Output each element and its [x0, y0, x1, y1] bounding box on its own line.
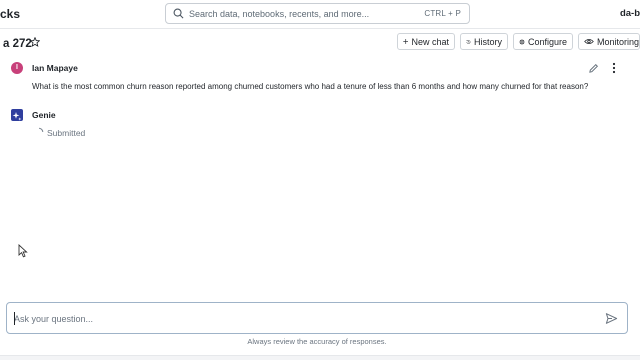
monitoring-label: Monitoring	[596, 36, 639, 47]
workspace-name[interactable]: da-b	[620, 8, 640, 19]
send-icon[interactable]	[605, 312, 618, 325]
text-caret	[14, 312, 15, 325]
top-bar: cks Search data, notebooks, recents, and…	[0, 0, 640, 29]
history-label: History	[473, 36, 502, 47]
plus-icon	[403, 39, 409, 44]
user-question: What is the most common churn reason rep…	[32, 82, 589, 91]
disclaimer: Always review the accuracy of responses.	[247, 337, 387, 346]
pencil-icon[interactable]	[588, 63, 599, 74]
user-name: Ian Mapaye	[32, 63, 78, 73]
page-title: a 272	[3, 38, 32, 50]
question-input-box[interactable]	[6, 302, 628, 334]
search-icon	[173, 8, 184, 19]
star-icon[interactable]	[30, 37, 40, 47]
avatar: I	[11, 62, 23, 74]
search-placeholder[interactable]: Search data, notebooks, recents, and mor…	[189, 9, 424, 19]
eye-icon	[584, 38, 594, 45]
status-text: Submitted	[47, 128, 86, 138]
history-icon	[466, 39, 471, 44]
toolbar: New chat History Configure Monitoring	[397, 33, 640, 51]
global-search[interactable]: Search data, notebooks, recents, and mor…	[165, 3, 470, 24]
search-shortcut: CTRL + P	[424, 9, 461, 18]
question-input[interactable]	[14, 311, 594, 326]
more-vertical-icon[interactable]	[611, 62, 617, 74]
history-button[interactable]: History	[460, 33, 508, 50]
new-chat-button[interactable]: New chat	[397, 33, 455, 50]
gear-icon	[519, 38, 525, 45]
monitoring-button[interactable]: Monitoring	[578, 33, 640, 50]
configure-label: Configure	[527, 36, 567, 47]
spinner-icon	[38, 127, 44, 133]
sparkle-icon	[12, 112, 22, 121]
mouse-cursor-icon	[18, 244, 28, 258]
new-chat-label: New chat	[411, 36, 449, 47]
bottom-divider	[0, 355, 640, 360]
genie-avatar	[11, 109, 23, 121]
app-brand[interactable]: cks	[0, 7, 20, 21]
configure-button[interactable]: Configure	[513, 33, 573, 50]
assistant-name: Genie	[32, 110, 56, 120]
